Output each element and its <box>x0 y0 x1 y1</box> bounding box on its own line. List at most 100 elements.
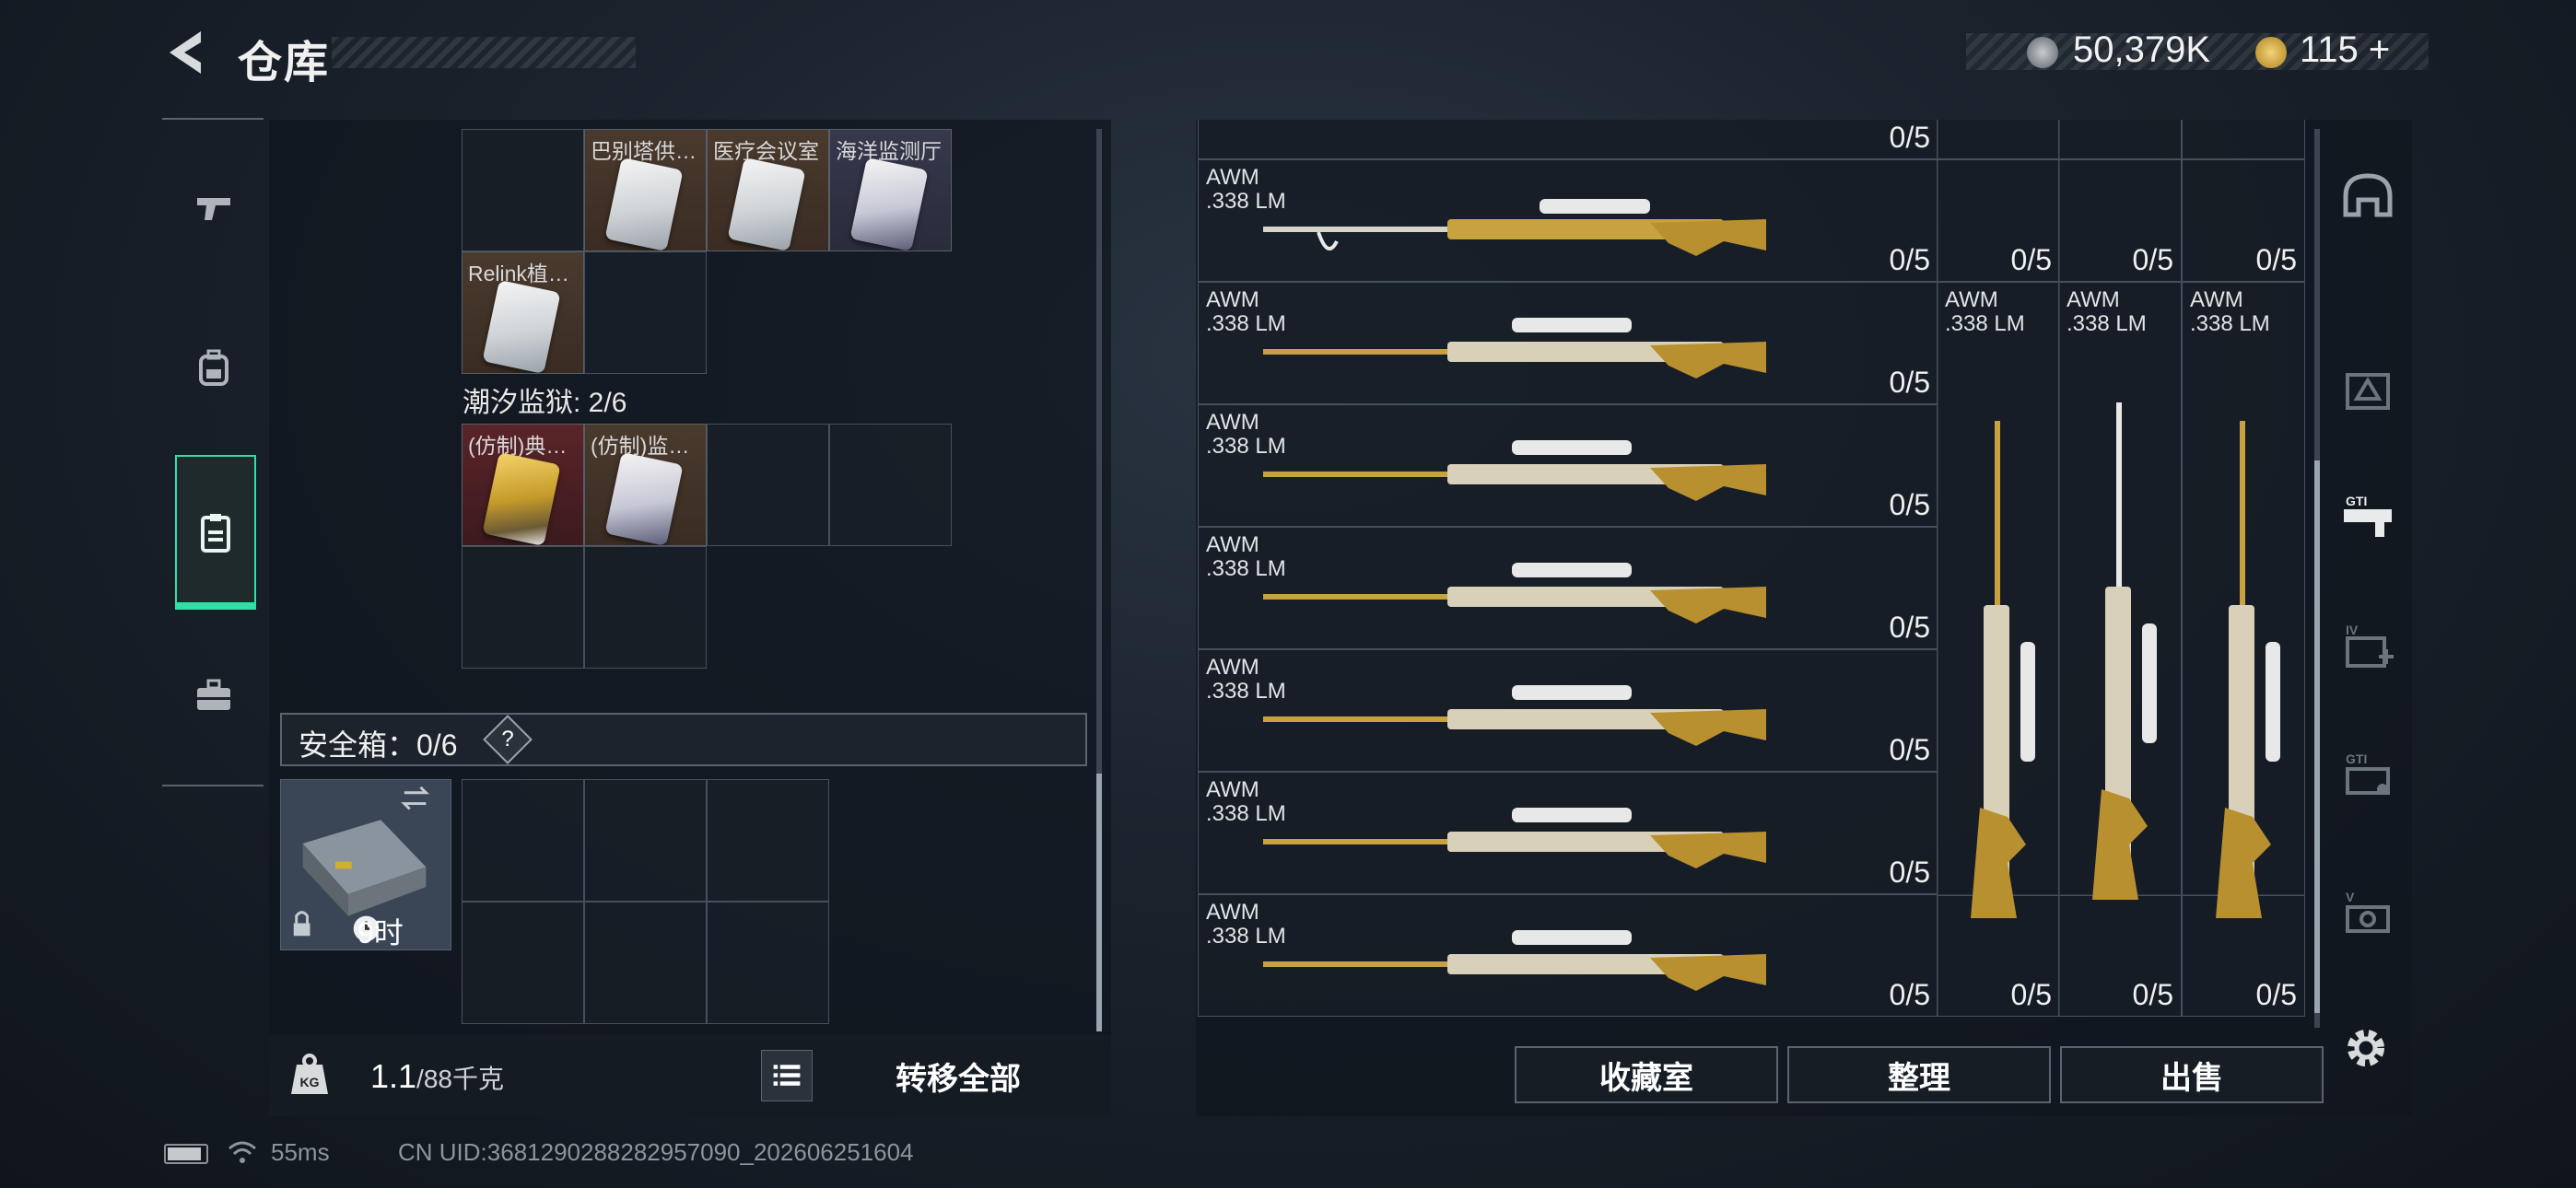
sell-button[interactable]: 出售 <box>2060 1046 2324 1103</box>
sniper-rifle-icon <box>1971 421 2035 918</box>
safe-slot[interactable] <box>584 779 707 902</box>
svg-text:GTI: GTI <box>2346 494 2367 508</box>
weapon-slot[interactable] <box>2182 120 2305 159</box>
empty-slot[interactable] <box>584 546 707 669</box>
weapon-slot-vertical[interactable]: AWM .338 LM <box>2058 282 2182 900</box>
weapon-slot-vertical[interactable]: AWM .338 LM <box>2182 282 2305 918</box>
weapon-slot[interactable]: AWM .338 LM 0/5 <box>1198 772 1938 894</box>
weapon-slot-vertical[interactable]: AWM .338 LM <box>1937 282 2060 918</box>
nav-toolbox[interactable] <box>175 645 252 746</box>
gold-coin-icon <box>2255 37 2287 68</box>
nav-cards[interactable] <box>175 455 256 610</box>
swap-icon <box>401 786 429 810</box>
weapon-slot[interactable]: AWM .338 LM 0/5 <box>1198 649 1938 772</box>
lock-icon <box>293 923 310 937</box>
battery-level <box>168 1147 201 1160</box>
empty-slot[interactable] <box>707 424 829 546</box>
currency-gold-value[interactable]: 115 + <box>2300 29 2390 71</box>
armor-icon <box>2346 373 2390 410</box>
empty-slot[interactable] <box>462 546 584 669</box>
category-medkit[interactable]: IV <box>2331 608 2405 691</box>
stash-panel: 巴别塔供… 医疗会议室 海洋监测厅 Relink植… (仿制)典… (仿制)监… <box>269 120 1111 1116</box>
rifle-mod-icon: GTI <box>2344 494 2392 537</box>
clipboard-icon <box>201 514 230 553</box>
safe-slot[interactable] <box>584 902 707 1024</box>
category-helmet[interactable] <box>2331 157 2405 239</box>
svg-text:V: V <box>2346 890 2355 904</box>
stash-scroll-thumb[interactable] <box>1096 774 1102 1031</box>
empty-slot[interactable] <box>462 129 584 251</box>
safe-slot[interactable] <box>462 779 584 902</box>
access-card-icon <box>849 157 929 250</box>
empty-slot[interactable] <box>584 251 707 374</box>
weapon-slot[interactable]: 0/5 <box>1937 159 2060 282</box>
svg-text:GTI: GTI <box>2346 751 2367 766</box>
user-uid: CN UID:3681290288282957090_202606251604 <box>398 1138 914 1166</box>
safe-slot[interactable] <box>707 779 829 902</box>
weapon-slot[interactable] <box>2058 120 2182 159</box>
svg-text:IV: IV <box>2346 623 2359 637</box>
empty-slot[interactable] <box>829 424 952 546</box>
sniper-rifle-icon <box>1263 930 1766 991</box>
access-card-icon <box>482 451 561 545</box>
weight-icon: KG <box>284 1050 335 1101</box>
add-currency-button[interactable]: + <box>2369 29 2390 70</box>
sort-button[interactable]: 整理 <box>1787 1046 2051 1103</box>
sniper-rifle-icon <box>1263 318 1766 379</box>
safe-timer: 9时 <box>357 916 404 949</box>
sniper-rifle-icon <box>1263 808 1766 868</box>
silver-coin-icon <box>2027 37 2058 68</box>
sniper-rifle-icon <box>1263 199 1766 256</box>
title-stripe <box>332 37 636 68</box>
sniper-rifle-icon <box>1263 440 1766 501</box>
card-item[interactable]: Relink植… <box>462 251 584 374</box>
weapon-slot[interactable]: 0/5 <box>2182 159 2305 282</box>
weapon-row: AWM .338 LM 0/5 0/5 0/5 0/5 <box>1198 159 2305 282</box>
category-armor[interactable] <box>2331 350 2405 433</box>
card-item[interactable]: (仿制)典… <box>462 424 584 546</box>
weapon-grid: 0/5 AWM .338 LM 0/5 0/5 0/5 0/5 AWM .338… <box>1198 120 2307 1026</box>
weapon-slot[interactable]: AWM .338 LM 0/5 <box>1198 282 1938 404</box>
weapon-row: AWM .338 LM 0/5 0/5 0/5 0/5 <box>1198 894 2305 1017</box>
card-item[interactable]: (仿制)监… <box>584 424 707 546</box>
category-weapon-mod[interactable]: GTI <box>2331 479 2405 562</box>
wifi-icon <box>227 1138 258 1166</box>
list-view-button[interactable] <box>761 1050 813 1101</box>
weapon-slot[interactable]: 0/5 <box>1198 120 1938 159</box>
weapon-slot[interactable]: AWM .338 LM 0/5 <box>1198 894 1938 1017</box>
weapon-slot[interactable] <box>1937 120 2060 159</box>
collection-room-button[interactable]: 收藏室 <box>1515 1046 1778 1103</box>
card-item[interactable]: 海洋监测厅 <box>829 129 952 251</box>
weapon-slot[interactable]: AWM .338 LM 0/5 <box>1198 159 1938 282</box>
safe-box-label: 安全箱：0/6 <box>299 728 458 762</box>
list-icon <box>773 1065 801 1086</box>
settings-gear-icon[interactable] <box>2340 1022 2392 1074</box>
weapon-slot[interactable]: AWM .338 LM 0/5 <box>1198 404 1938 527</box>
category-valuables[interactable]: V <box>2331 875 2405 958</box>
back-arrow-icon[interactable] <box>164 28 210 77</box>
weapon-slot[interactable]: 0/5 <box>2058 159 2182 282</box>
sniper-rifle-icon <box>2216 421 2280 918</box>
card-item[interactable]: 医疗会议室 <box>707 129 829 251</box>
svg-text:KG: KG <box>300 1075 320 1089</box>
card-item[interactable]: 巴别塔供… <box>584 129 707 251</box>
page-title: 仓库 <box>238 39 331 87</box>
access-card-icon <box>604 451 684 545</box>
sniper-rifle-icon <box>1263 563 1766 623</box>
access-card-icon <box>604 157 684 250</box>
ammo-icon: GTI <box>2346 751 2390 795</box>
sniper-rifle-icon <box>2092 402 2157 900</box>
weapon-row: 0/5 <box>1198 120 2305 159</box>
nav-weapons[interactable] <box>175 158 252 260</box>
weapon-slot[interactable]: AWM .338 LM 0/5 <box>1198 527 1938 649</box>
safe-slot[interactable] <box>707 902 829 1024</box>
weapon-slot[interactable]: 0/5 <box>2058 894 2182 1017</box>
category-ammo[interactable]: GTI <box>2331 737 2405 820</box>
toolbox-icon <box>197 679 230 710</box>
ping-readout: 55ms <box>271 1138 330 1166</box>
transfer-all-button[interactable]: 转移全部 <box>829 1050 1087 1101</box>
nav-backpack[interactable] <box>175 317 252 418</box>
section-label: 潮汐监狱: 2/6 <box>463 388 627 418</box>
safe-slot[interactable] <box>462 902 584 1024</box>
weapon-scroll-thumb[interactable] <box>2314 460 2320 1013</box>
